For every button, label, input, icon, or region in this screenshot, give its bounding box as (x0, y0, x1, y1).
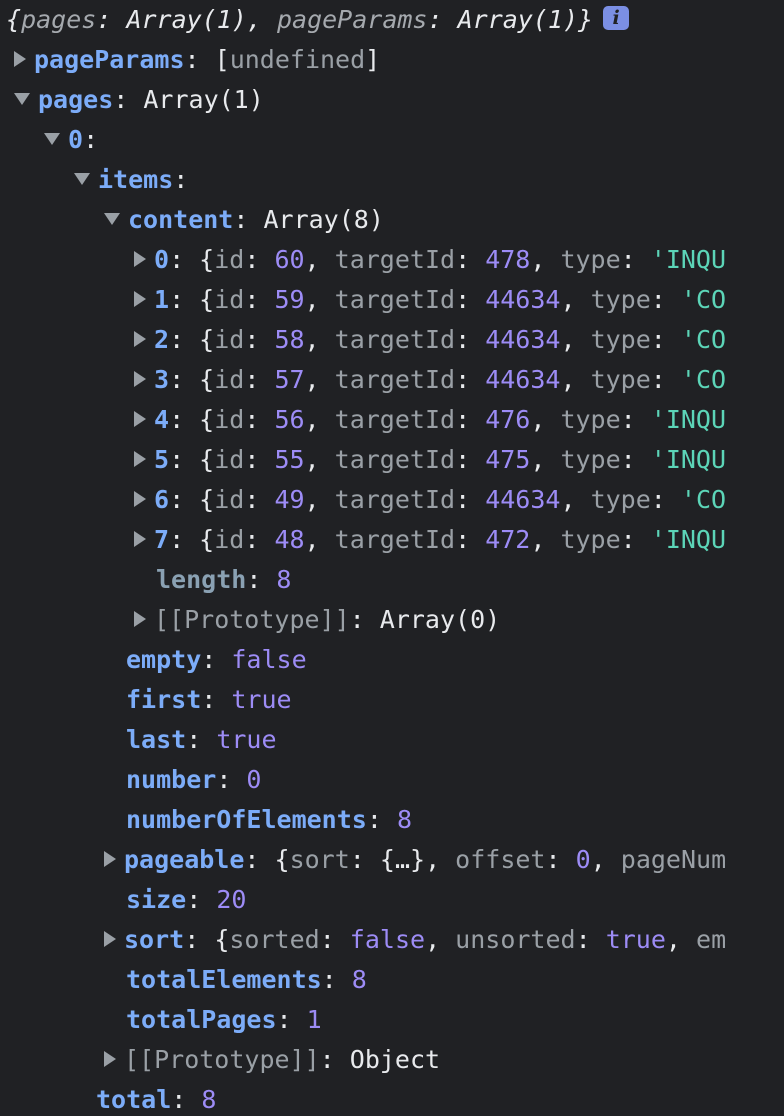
list-item[interactable]: 0: {id: 60, targetId: 478, type: 'INQU (134, 240, 726, 280)
tree-node-first: first: true (126, 685, 292, 714)
tree-node-pageparams[interactable]: pageParams: [undefined] (14, 40, 380, 80)
list-item[interactable]: 7: {id: 48, targetId: 472, type: 'INQU (134, 520, 726, 560)
summary-brace-close: } (578, 5, 594, 34)
tree-node-page-0[interactable]: 0: (44, 120, 98, 160)
expand-arrow-icon[interactable] (14, 51, 26, 67)
property-key: pages (38, 85, 114, 114)
expand-arrow-icon[interactable] (134, 251, 146, 267)
tree-node-last: last: true (126, 725, 277, 754)
summary-key-pages: pages (21, 5, 97, 34)
expand-arrow-icon[interactable] (134, 531, 146, 547)
list-item[interactable]: 5: {id: 55, targetId: 475, type: 'INQU (134, 440, 726, 480)
property-key: 0 (68, 125, 84, 154)
summary-value-pageparams: Array(1) (457, 5, 579, 34)
property-key: [[Prototype]] (154, 605, 350, 634)
property-key: length (156, 565, 247, 594)
expand-arrow-icon[interactable] (134, 491, 146, 507)
tree-node-number-of-elements: numberOfElements: 8 (126, 805, 412, 834)
tree-node-content[interactable]: content: Array(8) (104, 200, 384, 240)
collapse-arrow-icon[interactable] (14, 93, 30, 105)
list-item[interactable]: 4: {id: 56, targetId: 476, type: 'INQU (134, 400, 726, 440)
tree-node-sort[interactable]: sort: {sorted: false, unsorted: true, em (104, 920, 726, 960)
tree-node-pageable[interactable]: pageable: {sort: {…}, offset: 0, pageNum (104, 840, 726, 880)
tree-node-items[interactable]: items: (74, 160, 188, 200)
expand-arrow-icon[interactable] (104, 1051, 116, 1067)
summary-value-pages: Array(1) (126, 5, 247, 34)
expand-arrow-icon[interactable] (134, 291, 146, 307)
list-item[interactable]: 1: {id: 59, targetId: 44634, type: 'CO (134, 280, 726, 320)
expand-arrow-icon[interactable] (104, 851, 116, 867)
collapse-arrow-icon[interactable] (104, 213, 120, 225)
collapse-arrow-icon[interactable] (74, 173, 90, 185)
tree-node-number: number: 0 (126, 765, 262, 794)
summary-brace-open: { (6, 5, 22, 34)
expand-arrow-icon[interactable] (134, 611, 146, 627)
property-value: Array(0) (379, 605, 501, 634)
console-object-tree: {pages: Array(1), pageParams: Array(1)} i… (0, 0, 784, 1116)
collapse-arrow-icon[interactable] (44, 133, 60, 145)
info-icon[interactable]: i (603, 6, 630, 30)
property-value: Array(8) (263, 205, 384, 234)
tree-node-total-elements: totalElements: 8 (126, 965, 367, 994)
list-item[interactable]: 2: {id: 58, targetId: 44634, type: 'CO (134, 320, 726, 360)
tree-node-empty: empty: false (126, 645, 307, 674)
list-item[interactable]: 3: {id: 57, targetId: 44634, type: 'CO (134, 360, 726, 400)
tree-node-size: size: 20 (126, 885, 247, 914)
tree-node-length: length: 8 (156, 565, 292, 594)
tree-node-total-pages: totalPages: 1 (126, 1005, 322, 1034)
expand-arrow-icon[interactable] (134, 451, 146, 467)
expand-arrow-icon[interactable] (134, 411, 146, 427)
expand-arrow-icon[interactable] (134, 331, 146, 347)
list-item[interactable]: 6: {id: 49, targetId: 44634, type: 'CO (134, 480, 726, 520)
property-key: items (98, 165, 174, 194)
tree-node-prototype-object[interactable]: [[Prototype]]: Object (104, 1040, 440, 1080)
object-summary[interactable]: {pages: Array(1), pageParams: Array(1)} i (6, 0, 630, 40)
property-value: undefined (229, 45, 366, 74)
property-key: pageParams (34, 45, 185, 74)
expand-arrow-icon[interactable] (134, 371, 146, 387)
tree-node-pages[interactable]: pages: Array(1) (14, 80, 264, 120)
property-value: Array(1) (143, 85, 264, 114)
summary-key-pageparams: pageParams (276, 5, 428, 34)
tree-node-prototype-array[interactable]: [[Prototype]]: Array(0) (134, 600, 500, 640)
expand-arrow-icon[interactable] (104, 931, 116, 947)
tree-node-total: total: 8 (96, 1085, 217, 1114)
property-value: 8 (276, 565, 292, 594)
property-key: content (128, 205, 234, 234)
